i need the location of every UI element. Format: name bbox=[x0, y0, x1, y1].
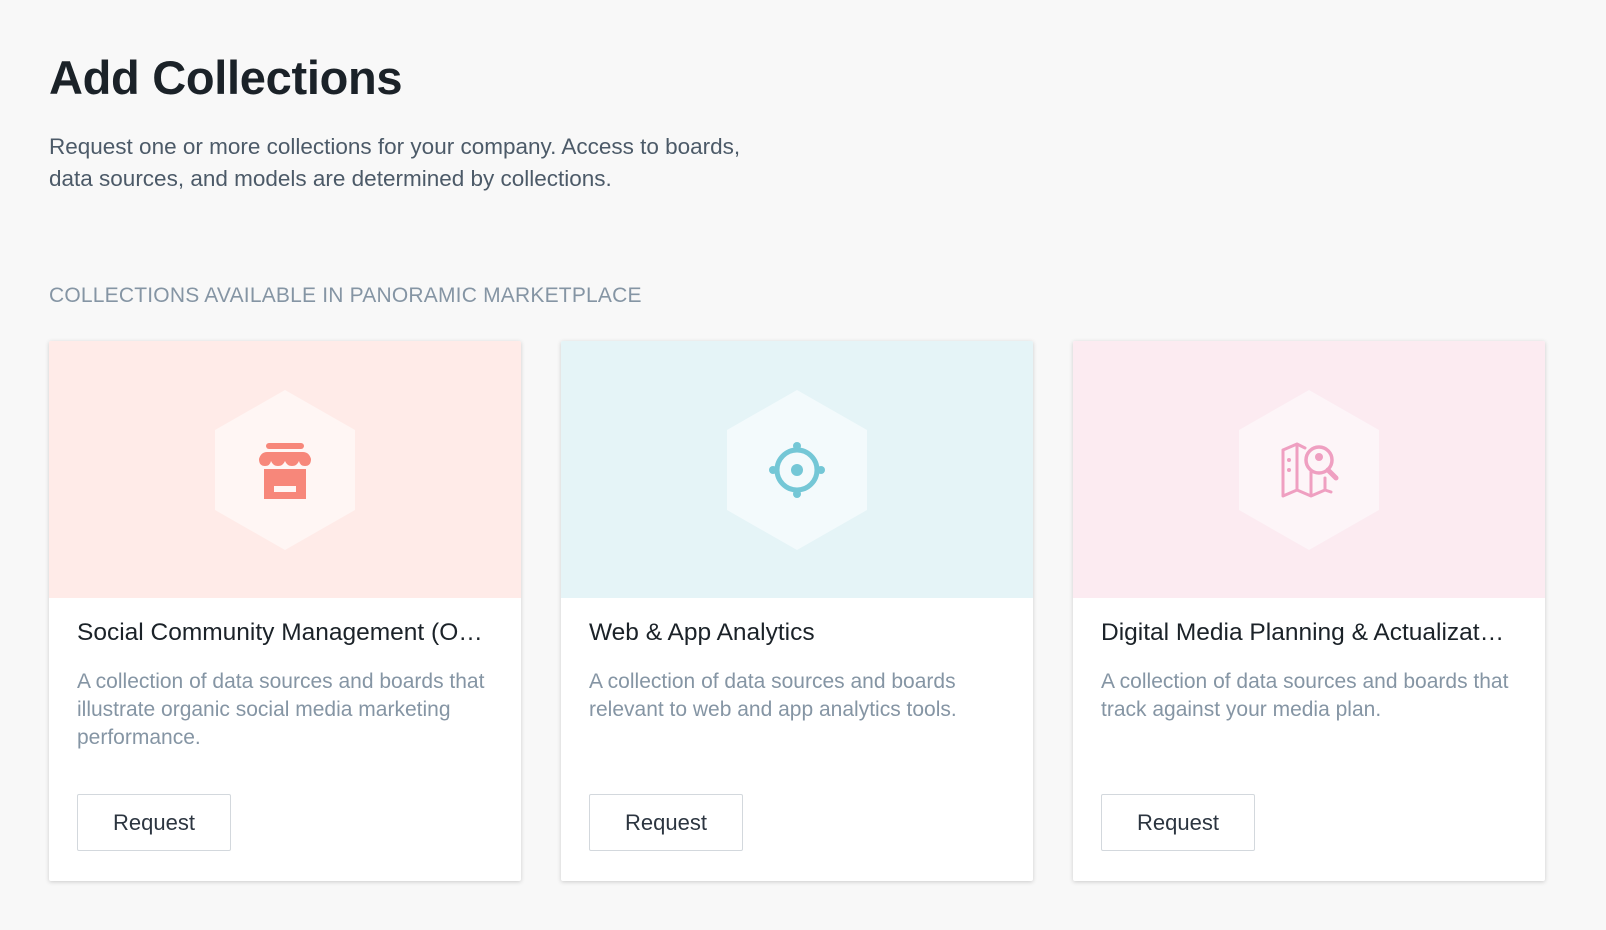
page-description: Request one or more collections for your… bbox=[49, 131, 819, 195]
collection-card-social-community: Social Community Management (O… A collec… bbox=[49, 341, 521, 881]
hexagon-badge bbox=[1239, 390, 1379, 550]
request-button[interactable]: Request bbox=[77, 794, 231, 851]
card-title: Social Community Management (O… bbox=[77, 619, 483, 646]
card-banner bbox=[561, 341, 1033, 598]
card-title: Digital Media Planning & Actualizat… bbox=[1101, 619, 1505, 646]
card-description: A collection of data sources and boards … bbox=[77, 670, 485, 749]
collection-card-web-app-analytics: Web & App Analytics A collection of data… bbox=[561, 341, 1033, 881]
card-description: A collection of data sources and boards … bbox=[589, 670, 957, 721]
page-description-line: data sources, and models are determined … bbox=[49, 166, 612, 191]
page-title: Add Collections bbox=[49, 51, 403, 104]
hexagon-badge bbox=[727, 390, 867, 550]
page-description-line: Request one or more collections for your… bbox=[49, 134, 741, 159]
card-banner bbox=[1073, 341, 1545, 598]
map-search-icon bbox=[1281, 442, 1339, 498]
request-button[interactable]: Request bbox=[589, 794, 743, 851]
hexagon-badge bbox=[215, 390, 355, 550]
card-banner bbox=[49, 341, 521, 598]
section-title: COLLECTIONS AVAILABLE IN PANORAMIC MARKE… bbox=[49, 284, 642, 307]
collection-card-digital-media-planning: Digital Media Planning & Actualizat… A c… bbox=[1073, 341, 1545, 881]
card-description: A collection of data sources and boards … bbox=[1101, 670, 1509, 721]
storefront-icon bbox=[259, 443, 311, 499]
crosshair-target-icon bbox=[769, 442, 825, 498]
collection-cards: Social Community Management (O… A collec… bbox=[49, 341, 1559, 881]
request-button[interactable]: Request bbox=[1101, 794, 1255, 851]
card-title: Web & App Analytics bbox=[589, 619, 815, 646]
